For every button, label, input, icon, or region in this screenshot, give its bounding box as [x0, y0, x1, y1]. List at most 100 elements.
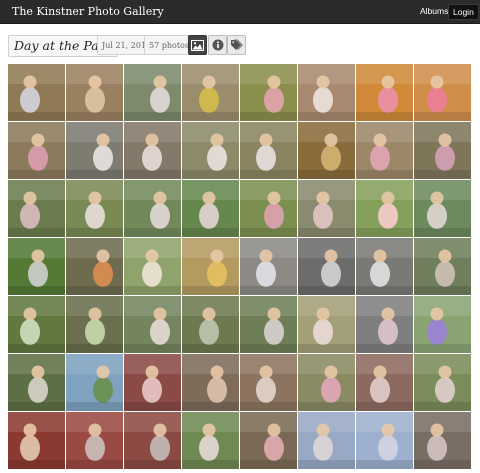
- photo-thumbnail[interactable]: [124, 296, 181, 353]
- photo-image: [124, 354, 181, 411]
- photo-thumbnail[interactable]: [8, 238, 65, 295]
- photo-image: [414, 64, 471, 121]
- photo-image: [240, 64, 297, 121]
- photo-thumbnail[interactable]: [182, 296, 239, 353]
- photo-thumbnail[interactable]: [298, 238, 355, 295]
- photo-thumbnail[interactable]: [356, 238, 413, 295]
- photo-thumbnail[interactable]: [298, 64, 355, 121]
- tags-button[interactable]: [227, 35, 246, 55]
- photo-thumbnail[interactable]: [124, 180, 181, 237]
- photo-thumbnail[interactable]: [182, 64, 239, 121]
- photo-thumbnail[interactable]: [8, 122, 65, 179]
- photo-image: [414, 296, 471, 353]
- photo-image: [414, 122, 471, 179]
- photo-thumbnail[interactable]: [240, 122, 297, 179]
- photo-thumbnail[interactable]: [66, 180, 123, 237]
- image-icon: [191, 39, 204, 51]
- photo-thumbnail[interactable]: [356, 64, 413, 121]
- photo-thumbnail[interactable]: [124, 238, 181, 295]
- photo-thumbnail[interactable]: [182, 180, 239, 237]
- photo-image: [66, 296, 123, 353]
- photo-thumbnail[interactable]: [414, 412, 471, 469]
- photo-thumbnail[interactable]: [124, 354, 181, 411]
- photo-thumbnail[interactable]: [182, 354, 239, 411]
- photo-image: [66, 238, 123, 295]
- photo-thumbnail[interactable]: [124, 412, 181, 469]
- photo-image: [182, 122, 239, 179]
- photo-image: [8, 296, 65, 353]
- info-icon: [212, 39, 223, 51]
- photos-view-button[interactable]: [188, 35, 207, 55]
- photo-thumbnail[interactable]: [8, 412, 65, 469]
- photo-thumbnail[interactable]: [182, 122, 239, 179]
- photo-image: [124, 180, 181, 237]
- photo-image: [8, 412, 65, 469]
- photo-thumbnail[interactable]: [66, 238, 123, 295]
- photo-thumbnail[interactable]: [414, 180, 471, 237]
- photo-thumbnail[interactable]: [124, 122, 181, 179]
- login-button[interactable]: Login: [448, 4, 479, 20]
- photo-thumbnail[interactable]: [182, 238, 239, 295]
- photo-image: [182, 64, 239, 121]
- photo-image: [414, 180, 471, 237]
- photo-thumbnail[interactable]: [298, 296, 355, 353]
- photo-image: [298, 122, 355, 179]
- photo-thumbnail[interactable]: [66, 412, 123, 469]
- photo-image: [240, 180, 297, 237]
- photo-thumbnail[interactable]: [414, 354, 471, 411]
- photo-thumbnail[interactable]: [356, 412, 413, 469]
- photo-thumbnail[interactable]: [356, 354, 413, 411]
- photo-image: [414, 238, 471, 295]
- photo-thumbnail[interactable]: [124, 64, 181, 121]
- photo-thumbnail[interactable]: [66, 354, 123, 411]
- photo-thumbnail[interactable]: [356, 180, 413, 237]
- photo-image: [8, 180, 65, 237]
- photo-thumbnail[interactable]: [66, 64, 123, 121]
- photo-thumbnail[interactable]: [414, 122, 471, 179]
- photo-thumbnail[interactable]: [298, 412, 355, 469]
- photo-thumbnail[interactable]: [8, 354, 65, 411]
- photo-image: [66, 180, 123, 237]
- info-button[interactable]: [208, 35, 227, 55]
- photo-thumbnail[interactable]: [414, 296, 471, 353]
- photo-thumbnail[interactable]: [8, 64, 65, 121]
- albums-link[interactable]: Albums: [417, 5, 451, 17]
- photo-image: [182, 412, 239, 469]
- photo-image: [124, 296, 181, 353]
- photo-image: [356, 238, 413, 295]
- photo-image: [356, 122, 413, 179]
- photo-image: [414, 354, 471, 411]
- photo-thumbnail[interactable]: [414, 64, 471, 121]
- photo-thumbnail[interactable]: [298, 122, 355, 179]
- photo-image: [356, 412, 413, 469]
- photo-thumbnail[interactable]: [298, 180, 355, 237]
- photo-image: [66, 122, 123, 179]
- site-title[interactable]: The Kinstner Photo Gallery: [12, 5, 164, 18]
- photo-image: [356, 180, 413, 237]
- photo-image: [8, 122, 65, 179]
- photo-thumbnail[interactable]: [240, 412, 297, 469]
- photo-thumbnail[interactable]: [8, 296, 65, 353]
- photo-thumbnail[interactable]: [298, 354, 355, 411]
- photo-thumbnail[interactable]: [182, 412, 239, 469]
- photo-thumbnail[interactable]: [240, 238, 297, 295]
- photo-image: [8, 64, 65, 121]
- photo-image: [8, 238, 65, 295]
- photo-thumbnail[interactable]: [8, 180, 65, 237]
- photo-image: [356, 296, 413, 353]
- photo-thumbnail[interactable]: [240, 180, 297, 237]
- photo-thumbnail[interactable]: [356, 122, 413, 179]
- photo-thumbnail[interactable]: [356, 296, 413, 353]
- photo-image: [124, 64, 181, 121]
- photo-thumbnail[interactable]: [240, 64, 297, 121]
- photo-image: [356, 64, 413, 121]
- photo-image: [298, 412, 355, 469]
- photo-thumbnail[interactable]: [414, 238, 471, 295]
- photo-image: [66, 354, 123, 411]
- photo-thumbnail[interactable]: [240, 296, 297, 353]
- photo-thumbnail[interactable]: [66, 296, 123, 353]
- photo-thumbnail[interactable]: [240, 354, 297, 411]
- photo-thumbnail[interactable]: [66, 122, 123, 179]
- photo-image: [240, 412, 297, 469]
- photo-image: [182, 238, 239, 295]
